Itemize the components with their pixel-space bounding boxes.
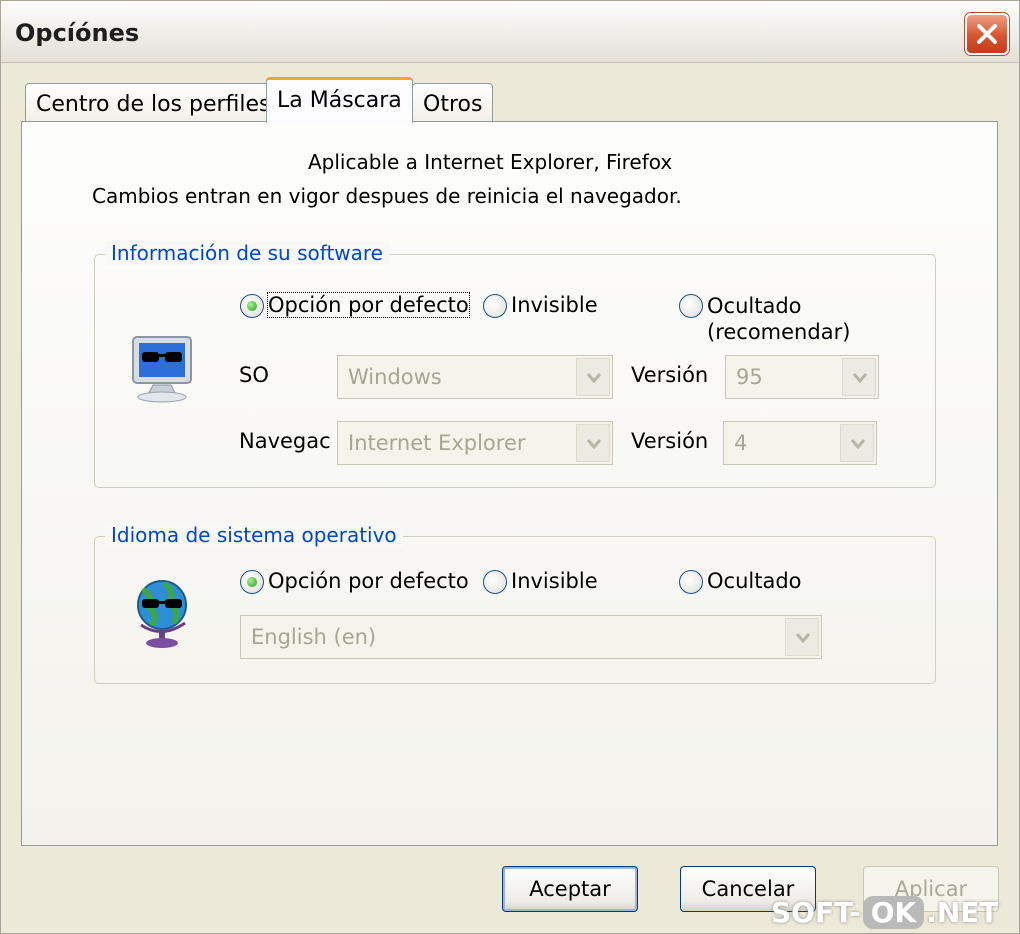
watermark-left: SOFT- [771, 895, 861, 929]
tab-others[interactable]: Otros [412, 83, 494, 123]
os-version-select[interactable]: 95 [725, 355, 879, 399]
browser-version-select-value: 4 [734, 431, 748, 455]
language-select[interactable]: English (en) [240, 615, 822, 659]
software-radio-invisible-label: Invisible [511, 293, 598, 317]
software-radio-invisible[interactable]: Invisible [483, 293, 598, 318]
language-radio-hidden[interactable]: Ocultado [679, 569, 802, 594]
software-info-group: Información de su software Opción por de… [94, 241, 936, 488]
language-radio-invisible[interactable]: Invisible [483, 569, 598, 594]
browser-select[interactable]: Internet Explorer [337, 421, 613, 465]
software-radio-default-label: Opción por defecto [267, 292, 470, 318]
tab-profile-center[interactable]: Centro de los perfiles [25, 83, 282, 123]
browser-version-select[interactable]: 4 [723, 421, 877, 465]
chevron-down-icon[interactable] [785, 618, 819, 656]
watermark-middle: OK [862, 895, 925, 929]
language-select-value: English (en) [251, 625, 377, 649]
browser-version-label: Versión [631, 429, 709, 453]
close-button[interactable] [965, 13, 1009, 55]
radio-button[interactable] [483, 570, 507, 594]
language-group-legend: Idioma de sistema operativo [105, 523, 403, 547]
language-radio-default[interactable]: Opción por defecto [240, 569, 469, 594]
radio-button[interactable] [679, 294, 703, 318]
tab-mask[interactable]: La Máscara [266, 77, 413, 123]
os-select[interactable]: Windows [337, 355, 613, 399]
software-radio-hidden-label: Ocultado (recomendar) [707, 294, 851, 344]
radio-button-checked[interactable] [240, 294, 264, 318]
os-version-label: Versión [631, 363, 709, 387]
watermark-right: .NET [926, 895, 999, 929]
restart-note: Cambios entran en vigor despues de reini… [92, 184, 682, 208]
language-radio-invisible-label: Invisible [511, 569, 598, 593]
applicable-text: Aplicable a Internet Explorer, Firefox [308, 150, 673, 174]
browser-label: Navegac [239, 429, 331, 453]
os-language-group: Idioma de sistema operativo Opción por d… [94, 523, 936, 684]
globe-with-sunglasses-icon [131, 577, 193, 653]
language-radio-hidden-label: Ocultado [707, 569, 802, 593]
software-radio-default[interactable]: Opción por defecto [240, 292, 470, 318]
accept-button[interactable]: Aceptar [502, 866, 638, 912]
radio-button[interactable] [679, 570, 703, 594]
title-bar[interactable]: Opcíónes [1, 1, 1019, 63]
chevron-down-icon[interactable] [840, 424, 874, 462]
monitor-with-sunglasses-icon [129, 335, 195, 409]
tab-panel-mask: Aplicable a Internet Explorer, Firefox C… [21, 121, 998, 846]
chevron-down-icon[interactable] [576, 424, 610, 462]
os-version-select-value: 95 [736, 365, 763, 389]
options-dialog: Opcíónes Centro de los perfiles La Másca… [0, 0, 1020, 934]
os-label: SO [239, 363, 269, 387]
chevron-down-icon[interactable] [576, 358, 610, 396]
software-radio-hidden[interactable]: Ocultado (recomendar) [679, 293, 850, 345]
window-title: Opcíónes [15, 19, 140, 47]
radio-button[interactable] [483, 294, 507, 318]
radio-button-checked[interactable] [240, 570, 264, 594]
language-radio-default-label: Opción por defecto [268, 569, 469, 593]
chevron-down-icon[interactable] [842, 358, 876, 396]
browser-select-value: Internet Explorer [348, 431, 526, 455]
software-group-legend: Información de su software [105, 241, 389, 265]
watermark: SOFT- OK .NET [771, 891, 1019, 933]
os-select-value: Windows [348, 365, 442, 389]
